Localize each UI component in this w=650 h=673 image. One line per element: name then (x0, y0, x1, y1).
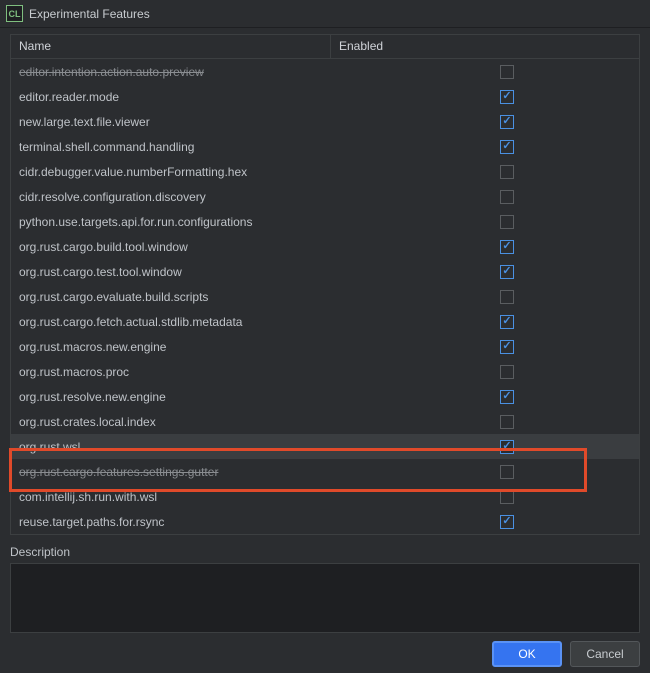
enabled-checkbox[interactable] (500, 365, 514, 379)
table-row[interactable]: org.rust.cargo.test.tool.window (11, 259, 639, 284)
feature-name: org.rust.macros.new.engine (11, 340, 486, 354)
feature-name: com.intellij.sh.run.with.wsl (11, 490, 486, 504)
feature-name: org.rust.cargo.build.tool.window (11, 240, 486, 254)
feature-name: org.rust.wsl (11, 440, 486, 454)
enabled-cell (486, 515, 639, 529)
table-row[interactable]: org.rust.crates.local.index (11, 409, 639, 434)
column-header-name[interactable]: Name (11, 35, 331, 58)
table-row[interactable]: cidr.debugger.value.numberFormatting.hex (11, 159, 639, 184)
enabled-cell (486, 265, 639, 279)
column-header-enabled[interactable]: Enabled (331, 35, 639, 58)
app-icon: CL (6, 5, 23, 22)
feature-name: editor.reader.mode (11, 90, 486, 104)
feature-name: new.large.text.file.viewer (11, 115, 486, 129)
table-row[interactable]: new.large.text.file.viewer (11, 109, 639, 134)
feature-name: reuse.target.paths.for.rsync (11, 515, 486, 529)
enabled-cell (486, 165, 639, 179)
feature-name: cidr.resolve.configuration.discovery (11, 190, 486, 204)
enabled-cell (486, 440, 639, 454)
feature-name: cidr.debugger.value.numberFormatting.hex (11, 165, 486, 179)
enabled-checkbox[interactable] (500, 90, 514, 104)
enabled-checkbox[interactable] (500, 490, 514, 504)
enabled-cell (486, 115, 639, 129)
table-header: Name Enabled (11, 35, 639, 59)
enabled-checkbox[interactable] (500, 240, 514, 254)
table-row[interactable]: org.rust.cargo.build.tool.window (11, 234, 639, 259)
enabled-cell (486, 340, 639, 354)
table-row[interactable]: org.rust.macros.proc (11, 359, 639, 384)
enabled-cell (486, 365, 639, 379)
table-row[interactable]: com.intellij.sh.run.with.wsl (11, 484, 639, 509)
table-row[interactable]: org.rust.cargo.fetch.actual.stdlib.metad… (11, 309, 639, 334)
feature-name: python.use.targets.api.for.run.configura… (11, 215, 486, 229)
table-row[interactable]: cidr.resolve.configuration.discovery (11, 184, 639, 209)
enabled-checkbox[interactable] (500, 290, 514, 304)
table-row[interactable]: org.rust.cargo.features.settings.gutter (11, 459, 639, 484)
ok-button[interactable]: OK (492, 641, 562, 667)
enabled-cell (486, 465, 639, 479)
titlebar: CL Experimental Features (0, 0, 650, 28)
feature-name: org.rust.macros.proc (11, 365, 486, 379)
enabled-cell (486, 90, 639, 104)
enabled-checkbox[interactable] (500, 515, 514, 529)
enabled-checkbox[interactable] (500, 465, 514, 479)
enabled-checkbox[interactable] (500, 140, 514, 154)
table-row[interactable]: org.rust.cargo.evaluate.build.scripts (11, 284, 639, 309)
enabled-checkbox[interactable] (500, 440, 514, 454)
feature-name: org.rust.cargo.evaluate.build.scripts (11, 290, 486, 304)
table-row[interactable]: python.use.targets.api.for.run.configura… (11, 209, 639, 234)
enabled-cell (486, 490, 639, 504)
enabled-checkbox[interactable] (500, 190, 514, 204)
table-row[interactable]: org.rust.wsl (11, 434, 639, 459)
enabled-checkbox[interactable] (500, 215, 514, 229)
description-textarea[interactable] (10, 563, 640, 633)
enabled-checkbox[interactable] (500, 115, 514, 129)
enabled-cell (486, 140, 639, 154)
enabled-cell (486, 290, 639, 304)
enabled-checkbox[interactable] (500, 340, 514, 354)
enabled-cell (486, 240, 639, 254)
table-row[interactable]: org.rust.resolve.new.engine (11, 384, 639, 409)
enabled-checkbox[interactable] (500, 390, 514, 404)
cancel-button[interactable]: Cancel (570, 641, 640, 667)
enabled-checkbox[interactable] (500, 315, 514, 329)
enabled-cell (486, 315, 639, 329)
table-row[interactable]: editor.intention.action.auto.preview (11, 59, 639, 84)
enabled-checkbox[interactable] (500, 415, 514, 429)
feature-name: terminal.shell.command.handling (11, 140, 486, 154)
window-title: Experimental Features (29, 7, 150, 21)
table-row[interactable]: org.rust.macros.new.engine (11, 334, 639, 359)
table-row[interactable]: editor.reader.mode (11, 84, 639, 109)
enabled-cell (486, 215, 639, 229)
feature-name: org.rust.cargo.test.tool.window (11, 265, 486, 279)
enabled-checkbox[interactable] (500, 65, 514, 79)
description-label: Description (10, 545, 640, 559)
enabled-cell (486, 390, 639, 404)
table-body: editor.intention.action.auto.preview edit… (11, 59, 639, 534)
enabled-cell (486, 415, 639, 429)
feature-name: org.rust.cargo.features.settings.gutter (11, 465, 486, 479)
button-bar: OK Cancel (492, 637, 650, 673)
enabled-checkbox[interactable] (500, 165, 514, 179)
enabled-checkbox[interactable] (500, 265, 514, 279)
feature-name: org.rust.resolve.new.engine (11, 390, 486, 404)
feature-name: org.rust.crates.local.index (11, 415, 486, 429)
table-row[interactable]: terminal.shell.command.handling (11, 134, 639, 159)
table-row[interactable]: reuse.target.paths.for.rsync (11, 509, 639, 534)
feature-name: org.rust.cargo.fetch.actual.stdlib.metad… (11, 315, 486, 329)
enabled-cell (486, 65, 639, 79)
features-table: Name Enabled editor.intention.action.aut… (10, 34, 640, 535)
enabled-cell (486, 190, 639, 204)
feature-name: editor.intention.action.auto.preview (11, 65, 486, 79)
